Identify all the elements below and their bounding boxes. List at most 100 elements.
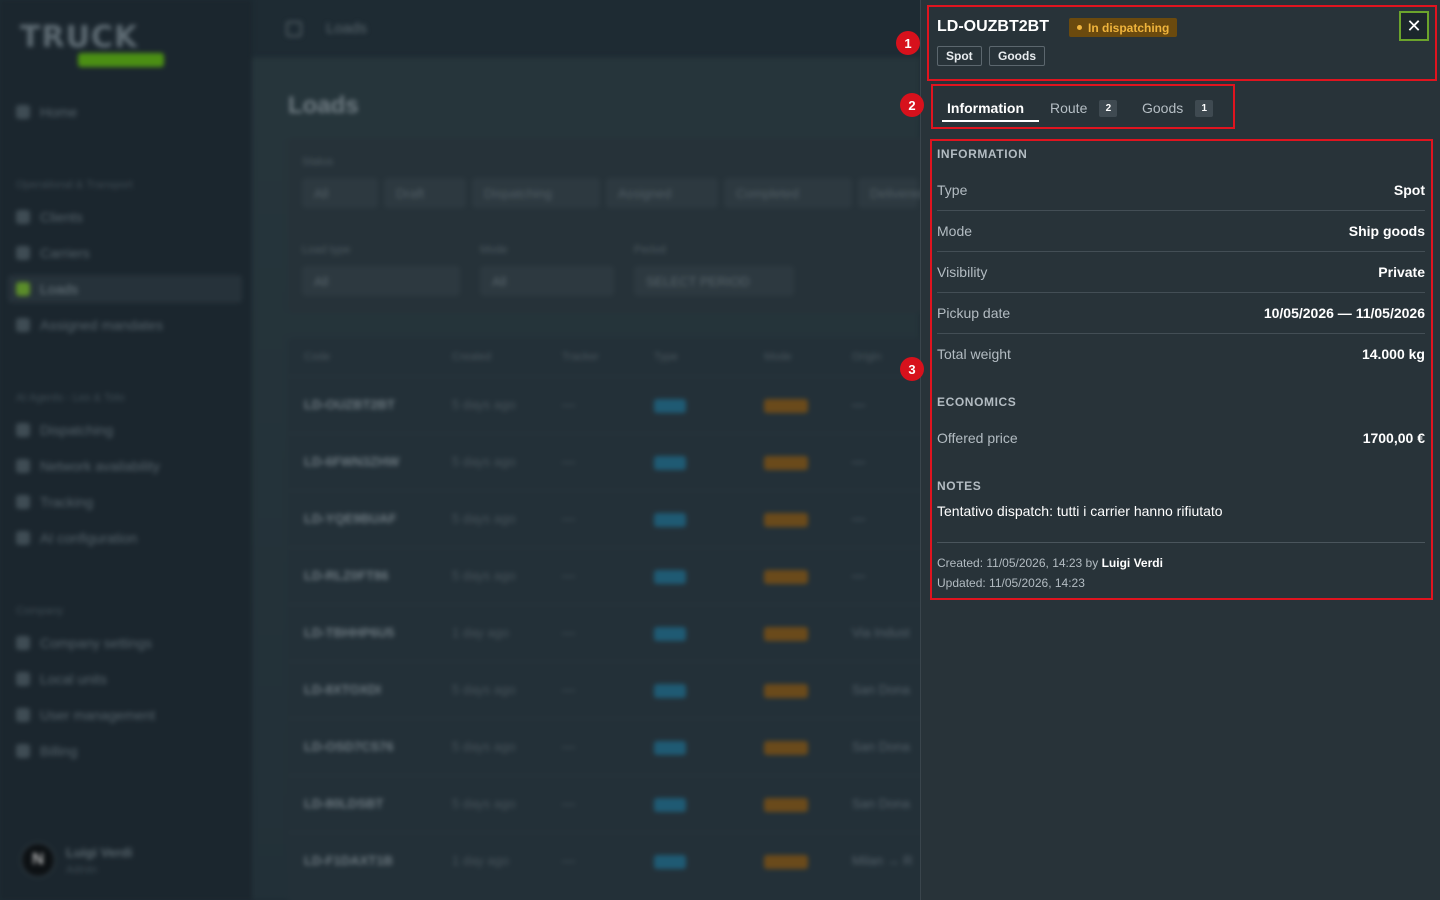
row-origin: San Dona [852, 796, 910, 811]
home-icon [16, 105, 30, 119]
mode-select[interactable]: All [480, 266, 614, 296]
row-tracker: — [562, 682, 575, 697]
status-filter-draft[interactable]: Draft [384, 178, 466, 208]
notes-heading: NOTES [937, 479, 982, 493]
sidebar-section-ai-agents: AI Agents - Lex & Toto [16, 392, 125, 404]
load-type-select[interactable]: All [302, 266, 460, 296]
row-code: LD-TBHHP6U5 [304, 625, 395, 640]
active-tab-indicator [942, 120, 1039, 122]
row-type-badge [654, 570, 686, 584]
users-icon [16, 708, 30, 722]
user-name: Luigi Verdi [66, 844, 133, 860]
sidebar-item-ai-configuration[interactable]: AI configuration [16, 524, 137, 552]
table-row[interactable]: LD-6FWN3ZHW 5 days ago — — [288, 433, 928, 490]
table-row[interactable]: LD-8XTOXDI 5 days ago — San Dona [288, 661, 928, 718]
row-mode-badge [764, 513, 808, 527]
econ-row-offered-price: Offered price 1700,00 € [937, 430, 1425, 446]
tag-spot: Spot [937, 46, 982, 66]
row-tracker: — [562, 796, 575, 811]
sidebar-item-billing[interactable]: Billing [16, 737, 77, 765]
row-origin: Milan → R [852, 853, 913, 868]
sidebar-item-user-management[interactable]: User management [16, 701, 155, 729]
info-row-pickup-date: Pickup date 10/05/2026 — 11/05/2026 [937, 293, 1425, 334]
avatar: N [20, 842, 56, 878]
row-created: 5 days ago [452, 796, 516, 811]
mandates-icon [16, 318, 30, 332]
sidebar-item-carriers[interactable]: Carriers [16, 239, 90, 267]
row-code: LD-8XTOXDI [304, 682, 382, 697]
row-mode-badge [764, 570, 808, 584]
row-origin: — [852, 454, 865, 469]
app-logo: TRUCK [20, 20, 165, 68]
sidebar: TRUCK Home Operational & Transport Clien… [0, 0, 252, 900]
sidebar-item-loads[interactable]: Loads [8, 275, 242, 303]
tab-information[interactable]: Information [947, 96, 1024, 120]
status-dot-icon [1077, 25, 1082, 30]
filter-card: Status All Draft Dispatching Assigned Co… [288, 138, 928, 313]
sidebar-item-tracking[interactable]: Tracking [16, 488, 93, 516]
tag-goods: Goods [989, 46, 1045, 66]
goods-count-badge: 1 [1195, 99, 1214, 117]
close-button[interactable]: ✕ [1399, 11, 1429, 41]
clients-icon [16, 210, 30, 224]
row-created: 5 days ago [452, 511, 516, 526]
row-code: LD-YQE9BUAF [304, 511, 397, 526]
ai-config-icon [16, 531, 30, 545]
sidebar-toggle-icon[interactable] [286, 20, 302, 37]
row-tracker: — [562, 739, 575, 754]
row-created: 5 days ago [452, 397, 516, 412]
period-select[interactable]: SELECT PERIOD [634, 266, 794, 296]
sidebar-item-local-units[interactable]: Local units [16, 665, 107, 693]
route-count-badge: 2 [1099, 99, 1118, 117]
table-row[interactable]: LD-YQE9BUAF 5 days ago — — [288, 490, 928, 547]
tab-goods[interactable]: Goods 1 [1142, 96, 1214, 120]
row-type-badge [654, 627, 686, 641]
row-mode-badge [764, 855, 808, 869]
row-created: 1 day ago [452, 853, 510, 868]
row-mode-badge [764, 741, 808, 755]
table-row[interactable]: LD-RLZ0FT86 5 days ago — — [288, 547, 928, 604]
topbar: Loads [252, 0, 920, 58]
tab-route[interactable]: Route 2 [1050, 96, 1118, 120]
annotation-marker-2: 2 [900, 93, 924, 117]
row-type-badge [654, 684, 686, 698]
updated-meta: Updated: 11/05/2026, 14:23 [937, 576, 1085, 590]
sidebar-item-clients[interactable]: Clients [16, 203, 83, 231]
user-role: Admin [66, 863, 98, 876]
row-tracker: — [562, 397, 575, 412]
table-row[interactable]: LD-F1DAXT1B 1 day ago — Milan → R [288, 832, 928, 889]
status-filter-dispatching[interactable]: Dispatching [472, 178, 600, 208]
row-mode-badge [764, 798, 808, 812]
sidebar-item-home[interactable]: Home [16, 98, 77, 126]
close-icon: ✕ [1406, 15, 1422, 36]
page-title: Loads [288, 92, 359, 119]
status-filter-delivered[interactable]: Delivered [858, 178, 925, 208]
sidebar-section-operational: Operational & Transport [16, 179, 133, 191]
row-origin: — [852, 397, 865, 412]
sidebar-item-network-availability[interactable]: Network availability [16, 452, 160, 480]
loads-icon [16, 282, 30, 296]
loads-table: Code Created Tracker Type Mode Origin LD… [288, 338, 928, 900]
info-row-total-weight: Total weight 14.000 kg [937, 346, 1425, 362]
table-row[interactable]: LD-TBHHP6U5 1 day ago — Via Indust [288, 604, 928, 661]
info-row-type: Type Spot [937, 170, 1425, 211]
economics-heading: ECONOMICS [937, 395, 1017, 409]
status-filter-assigned[interactable]: Assigned [606, 178, 718, 208]
table-row[interactable]: LD-OUZBT2BT 5 days ago — — [288, 376, 928, 433]
sidebar-section-company: Company [16, 605, 64, 617]
notes-text: Tentativo dispatch: tutti i carrier hann… [937, 503, 1223, 519]
table-row[interactable]: LD-80LDSBT 5 days ago — San Dona [288, 775, 928, 832]
status-filter-completed[interactable]: Completed [724, 178, 852, 208]
row-origin: San Dona [852, 682, 910, 697]
status-badge: In dispatching [1069, 18, 1178, 37]
row-tracker: — [562, 625, 575, 640]
user-profile[interactable]: N Luigi Verdi Admin [20, 842, 132, 878]
sidebar-item-dispatching[interactable]: Dispatching [16, 416, 113, 444]
info-row-visibility: Visibility Private [937, 252, 1425, 293]
status-filter-all[interactable]: All [302, 178, 378, 208]
information-heading: INFORMATION [937, 147, 1028, 161]
annotation-marker-1: 1 [896, 31, 920, 55]
sidebar-item-assigned-mandates[interactable]: Assigned mandates [16, 311, 163, 339]
table-row[interactable]: LD-OSD7CS76 5 days ago — San Dona [288, 718, 928, 775]
sidebar-item-company-settings[interactable]: Company settings [16, 629, 152, 657]
